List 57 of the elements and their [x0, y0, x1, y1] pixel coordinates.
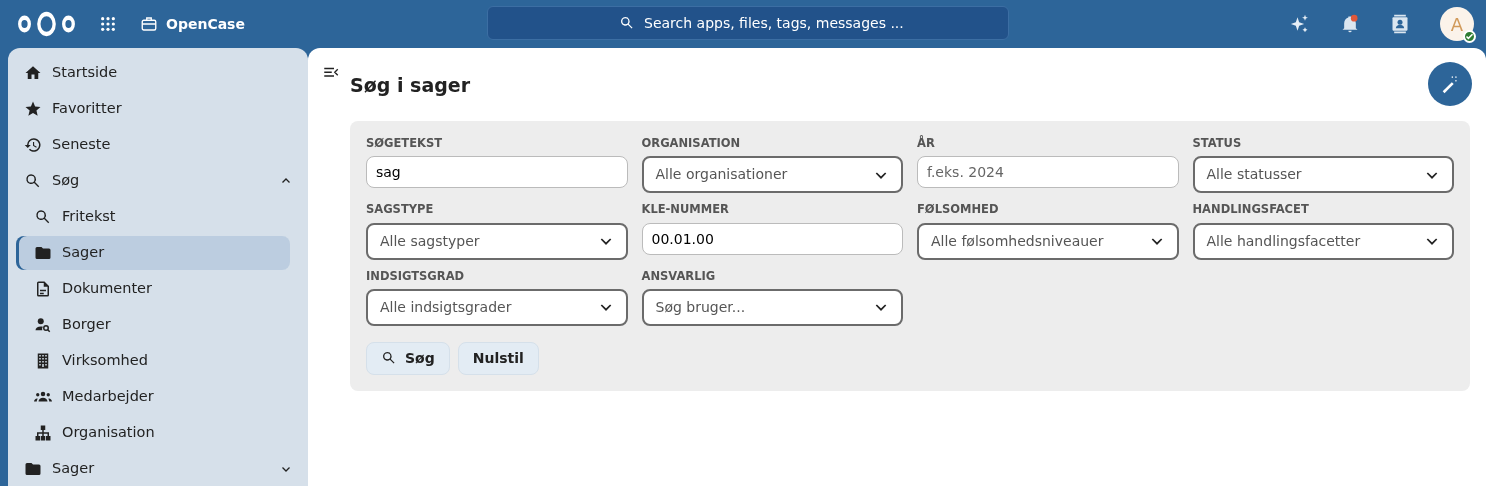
- sidebar-item[interactable]: Søg: [16, 164, 300, 198]
- input-field[interactable]: 00.01.00: [641, 222, 903, 255]
- document-icon: [34, 280, 52, 298]
- reset-button[interactable]: Nulstil: [457, 341, 539, 375]
- bell-unread-icon[interactable]: [1340, 14, 1360, 34]
- dropdown[interactable]: Alle sagstyper: [366, 222, 628, 260]
- sidebar-item[interactable]: Medarbejder: [16, 380, 290, 414]
- input-field[interactable]: sag: [366, 156, 628, 189]
- star-icon: [24, 100, 42, 118]
- sidebar-item[interactable]: Favoritter: [16, 92, 300, 126]
- sidebar-item[interactable]: Dokumenter: [16, 272, 290, 306]
- field-label: ÅR: [917, 135, 936, 152]
- assistant-button[interactable]: [1290, 14, 1310, 34]
- search-icon: [24, 172, 42, 190]
- app-link[interactable]: OpenCase: [140, 13, 245, 35]
- folder-icon: [24, 460, 42, 478]
- field-label: HANDLINGSFACET: [1192, 201, 1310, 219]
- field-label: SAGSTYPE: [366, 201, 435, 219]
- field-label: ANSVARLIG: [641, 267, 717, 285]
- sidebar-item[interactable]: Organisation: [16, 416, 290, 450]
- folder-icon: [34, 244, 52, 262]
- page-title: Søg i sager: [350, 74, 471, 97]
- magic-wand-button[interactable]: [1428, 62, 1472, 106]
- field-label: SØGETEKST: [366, 135, 444, 152]
- sidebar-item[interactable]: Startside: [16, 56, 300, 90]
- search-field[interactable]: Search apps, files, tags, messages ...: [487, 6, 1009, 40]
- dropdown[interactable]: Søg bruger...: [641, 288, 903, 326]
- briefcase-icon: [140, 15, 158, 33]
- contacts-button[interactable]: [1390, 14, 1410, 34]
- history-icon: [24, 136, 42, 154]
- search-button[interactable]: Søg: [366, 341, 450, 375]
- dropdown[interactable]: Alle indsigtsgrader: [366, 288, 628, 326]
- field-label: INDSIGTSGRAD: [366, 267, 466, 285]
- field-label: ORGANISATION: [641, 135, 742, 152]
- sidebar-item[interactable]: Sager: [16, 236, 290, 270]
- sidebar-item[interactable]: Borger: [16, 308, 290, 342]
- field-label: FØLSOMHED: [917, 201, 1000, 219]
- dropdown[interactable]: Alle organisationer: [641, 156, 903, 194]
- hierarchy-icon: [34, 424, 52, 442]
- contact-card-icon: [1390, 14, 1410, 34]
- field-label: STATUS: [1192, 135, 1243, 152]
- search-icon: [34, 208, 52, 226]
- field-label: KLE-NUMMER: [641, 201, 730, 219]
- sidebar-item[interactable]: Fritekst: [16, 200, 290, 234]
- person-search-icon: [34, 316, 52, 334]
- sidebar-item[interactable]: Seneste: [16, 128, 300, 162]
- input-field[interactable]: f.eks. 2024: [917, 156, 1179, 189]
- sidebar-item[interactable]: Sager: [16, 452, 300, 486]
- home-icon: [24, 64, 42, 82]
- dropdown[interactable]: Alle handlingsfacetter: [1192, 222, 1454, 260]
- app-menu-button[interactable]: [100, 16, 116, 32]
- search-icon: [619, 15, 635, 31]
- dropdown[interactable]: Alle statusser: [1192, 156, 1454, 194]
- sparkle-icon: [1290, 14, 1310, 34]
- dropdown[interactable]: Alle følsomhedsniveauer: [917, 222, 1179, 260]
- grid-icon: [100, 16, 116, 32]
- sidebar-item[interactable]: Virksomhed: [16, 344, 290, 378]
